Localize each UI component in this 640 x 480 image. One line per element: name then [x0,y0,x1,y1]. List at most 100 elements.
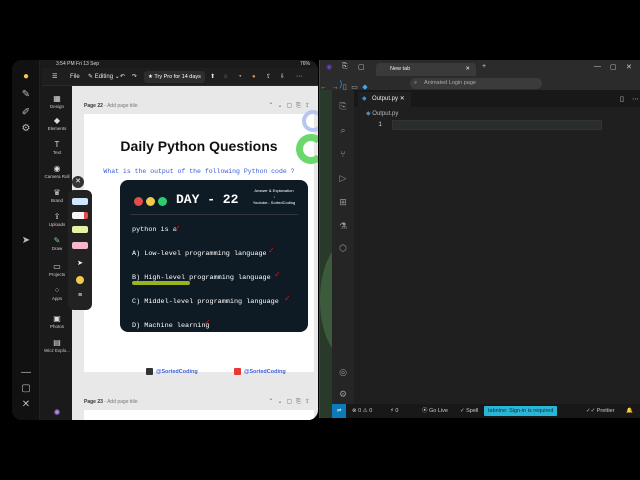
window-close-icon[interactable]: ✕ [626,63,632,71]
line-number: 1 [378,121,382,128]
window-minimize-icon[interactable]: — [594,63,601,70]
add-page-title[interactable]: - Add page title [104,103,137,109]
pen-tool[interactable] [72,198,88,205]
ios-status-bar: 3:54 PM Fri 13 Sep 76% [42,60,318,68]
sidebar-item-design[interactable]: ▦ Design [42,94,72,109]
spell-button[interactable]: ✓ Spell [460,404,478,418]
search-icon: ⌕ [414,80,418,86]
download-icon[interactable]: ⇩ [280,72,285,82]
redo-icon[interactable]: ↷ [132,72,137,82]
page-23[interactable] [84,410,314,420]
ports-indicator[interactable]: ⚡ 0 [390,404,398,418]
sidebar-item-photos[interactable]: ▣ Photos [42,314,72,329]
prettier-button[interactable]: ✓✓ Prettier [586,404,614,418]
back-icon[interactable]: ← [320,84,327,91]
youtube-handle: @SortedCoding [234,368,286,375]
pen-icon[interactable]: ✎ [19,88,33,102]
address-input[interactable]: ⌕ Animated Login page [410,78,542,89]
page-controls[interactable]: ⌃⌄▢⎘⇪ [268,398,314,406]
highlight-stroke [132,281,190,285]
dot-red [134,197,143,206]
decor-ring-blue [302,110,318,132]
instagram-handle: @SortedCoding [146,368,198,375]
canva-assistant-icon[interactable]: ✺ [42,408,72,418]
remote-indicator[interactable]: ⇌ [332,404,346,418]
browser-titlebar: ◉ ⎘ ▢ New tab ✕ + — ▢ ✕ [320,60,640,76]
explorer-icon[interactable]: ⎘ [337,100,349,112]
more-actions-icon[interactable]: ⋯ [632,95,639,103]
tab-output-py[interactable]: ◆ Output.py ✕ [358,92,411,107]
tabs-icon[interactable]: ▢ [358,63,365,71]
accounts-icon[interactable]: ◎ [337,366,349,378]
vscode-window: ◉ ⎘ ▢ New tab ✕ + — ▢ ✕ ← → ⌕ Animated Log… [320,60,640,418]
canva-app-icon[interactable]: ● [19,70,33,84]
record-icon[interactable]: ● [252,72,256,82]
close-icon[interactable]: ✕ [19,398,33,412]
draw-close-icon[interactable]: ✕ [72,176,84,188]
problems-indicator[interactable]: ⊗ 0 ⚠ 0 [352,404,372,418]
check-mark-icon: ✓ [204,318,211,327]
undo-icon[interactable]: ↶ [120,72,125,82]
close-tab-icon: ✕ [465,66,470,72]
close-tab-icon: ✕ [399,96,405,102]
instagram-icon [146,368,153,375]
restore-icon[interactable]: ▢ [19,382,33,396]
color-swatch[interactable] [76,276,84,284]
eraser-tool[interactable] [72,242,88,249]
select-icon[interactable]: ➤ [72,260,88,267]
notifications-icon[interactable]: 🔔 [626,404,633,418]
check-mark-icon: ✓ [274,270,281,279]
dot-yellow [146,197,155,206]
status-battery: 76% [299,61,310,67]
comments-icon[interactable]: ◌ [224,72,228,82]
design-page[interactable]: Daily Python Questions What is the outpu… [84,110,318,375]
page-controls[interactable]: ⌃⌄▢⎘⇪ [268,102,314,110]
window-maximize-icon[interactable]: ▢ [610,63,617,71]
stroke-width-icon[interactable]: ≡ [72,292,88,299]
marker-tool[interactable] [72,212,88,219]
search-icon[interactable]: ⌕ [337,124,349,136]
current-line[interactable] [392,120,602,130]
canva-toolbar: ☰ File ✎ Editing ⌄ ↶ ↷ ★ Try Pro for 14 … [42,68,318,86]
sidebar-item-wicz[interactable]: ▤ Wicz Explo... [42,338,72,353]
browser-tab[interactable]: New tab ✕ [376,63,476,76]
highlighter-icon[interactable]: ✐ [19,106,33,120]
sidebar-item-elements[interactable]: ◆ Elements [42,116,72,131]
upload-icon[interactable]: ⬆ [210,72,215,82]
status-time: 3:54 PM Fri 13 Sep [56,61,100,67]
option-c: C) Middel-level programming language [132,298,279,306]
run-debug-icon[interactable]: ▷ [337,172,349,184]
answer-note: Answer & Explanation ↓ Youtube:- SortedC… [244,188,304,206]
profile-icon[interactable]: ◉ [326,63,332,71]
file-menu[interactable]: File [70,72,80,82]
extensions-icon[interactable]: ⊞ [337,196,349,208]
try-pro-button[interactable]: ★ Try Pro for 14 days [144,71,205,83]
add-page-title[interactable]: - Add page title [104,399,137,405]
split-editor-icon[interactable]: ▯ [620,95,624,103]
tabnine-sign-in[interactable]: tabnine: Sign-in is required [484,406,558,416]
check-mark-icon: ✓ [268,246,275,255]
browser-address-row: ← → ⌕ Animated Login page ▯ ▭ ◆ [320,76,640,91]
workspaces-icon[interactable]: ⎘ [342,63,348,71]
ipad-window: ● ✎ ✐ ⚙ ➤ — ▢ ✕ 3:54 PM Fri 13 Sep 76% ☰… [12,60,318,420]
share-icon[interactable]: ⇪ [266,72,271,82]
python-file-icon: ◆ [366,111,371,117]
more-icon[interactable]: ⋯ [296,72,302,82]
minimize-icon[interactable]: — [19,366,33,380]
testing-icon[interactable]: ⚗ [337,220,349,232]
highlighter-tool[interactable] [72,226,88,233]
breadcrumb[interactable]: ◆ Output.py [366,110,398,117]
editing-mode[interactable]: ✎ Editing ⌄ [88,72,120,82]
insights-icon[interactable]: ◔ [238,72,242,82]
canva-canvas: Page 22 - Add page title ⌃⌄▢⎘⇪ Daily Pyt… [72,86,318,420]
sidebar-item-text[interactable]: T Text [42,140,72,155]
settings-icon[interactable]: ⚙ [19,122,33,136]
go-live-button[interactable]: ⦿ Go Live [422,404,448,418]
source-control-icon[interactable]: ⑂ [337,148,349,160]
remote-explorer-icon[interactable]: ⬡ [337,242,349,254]
new-tab-icon[interactable]: + [482,63,486,70]
manage-gear-icon[interactable]: ⚙ [337,388,349,400]
menu-icon[interactable]: ☰ [52,72,57,82]
sidebar-item-camera-roll[interactable]: ◉ Camera Roll [42,164,72,179]
option-a: A) Low-level programming language [132,250,267,258]
